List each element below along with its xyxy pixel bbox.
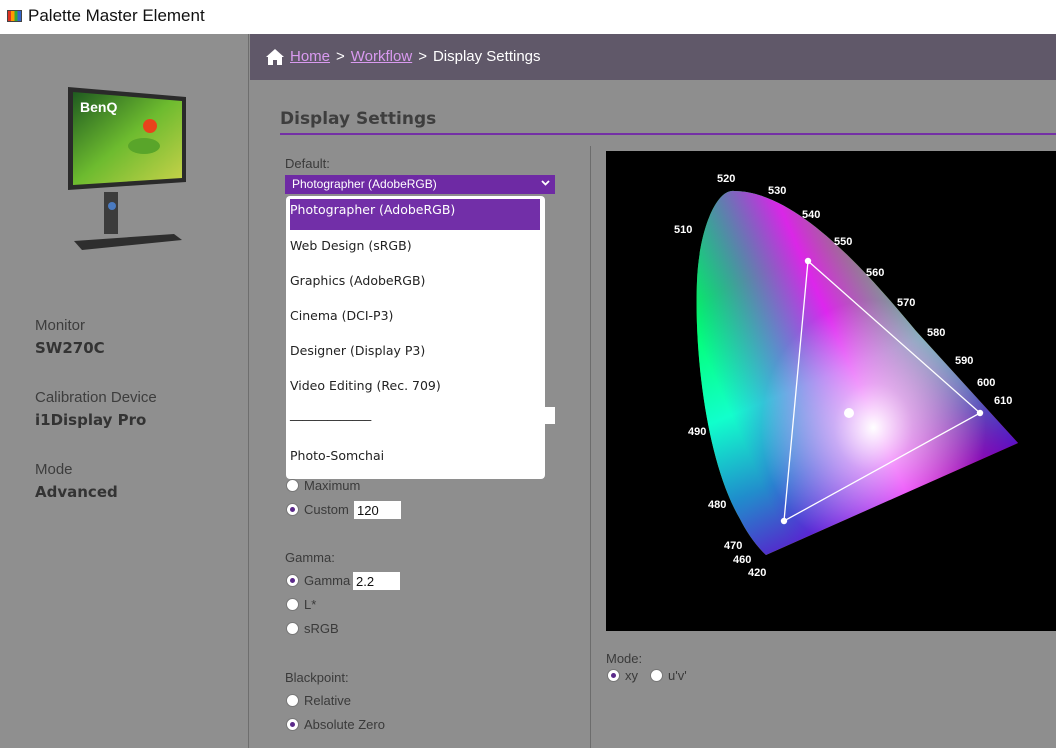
home-icon[interactable] [265,48,285,66]
monitor-label: Monitor [35,317,86,334]
window-title: Palette Master Element [28,6,205,25]
gamma-value-input[interactable] [353,572,400,590]
title-divider [280,133,1056,135]
uv-mode-radio[interactable] [650,669,663,682]
custom-label: Custom [304,502,349,517]
title-bar: Palette Master Element [0,0,1056,34]
mode-value: Advanced [35,483,118,501]
uv-mode-label: u'v' [668,668,687,683]
default-label: Default: [285,156,330,171]
dropdown-option[interactable]: Web Design (sRGB) [290,234,540,264]
breadcrumb-separator: > [418,48,427,65]
option-label: Designer (Display P3) [290,343,426,358]
monitor-image: BenQ [68,87,186,250]
xy-mode-label: xy [625,668,638,683]
dropdown-option[interactable]: Video Editing (Rec. 709) [290,374,540,404]
dropdown-option[interactable]: Graphics (AdobeRGB) [290,269,540,299]
breadcrumb-workflow-link[interactable]: Workflow [351,48,412,65]
option-label: Graphics (AdobeRGB) [290,273,426,288]
gamut-vertex-blue [780,517,788,525]
breadcrumb-current: Display Settings [432,48,541,65]
srgb-label: sRGB [304,621,339,636]
relative-label: Relative [304,693,351,708]
absolute-zero-label: Absolute Zero [304,717,385,732]
gamut-vertex-green [804,257,812,265]
maximum-label: Maximum [304,478,361,493]
dropdown-option[interactable]: Photo-Somchai [290,444,540,474]
breadcrumb: Home > Workflow > Display Settings [250,34,1056,80]
dropdown-option[interactable]: Photographer (AdobeRGB) [290,199,540,230]
srgb-radio[interactable] [286,622,299,635]
device-label: Calibration Device [35,389,157,406]
breadcrumb-home-link[interactable]: Home [290,48,330,65]
mode-label: Mode [35,461,73,478]
device-value: i1Display Pro [35,411,147,429]
wavelength-label: 610 [994,395,1012,407]
brand-logo: BenQ [80,99,117,115]
breadcrumb-separator: > [336,48,345,65]
wavelength-label: 420 [748,567,766,579]
wavelength-label: 530 [768,185,786,197]
wavelength-label: 580 [927,327,945,339]
app-icon [7,10,22,22]
option-label: Web Design (sRGB) [290,238,412,253]
diagram-mode-label: Mode: [606,651,643,666]
page-title: Display Settings [280,109,437,129]
wavelength-label: 470 [724,540,742,552]
gamut-vertex-red [976,409,984,417]
dropdown-option[interactable]: Cinema (DCI-P3) [290,304,540,334]
wavelength-label: 550 [834,236,852,248]
wavelength-label: 510 [674,224,692,236]
relative-radio[interactable] [286,694,299,707]
chevron-down-icon [541,180,550,186]
default-select[interactable]: Photographer (AdobeRGB) [285,175,555,194]
sidebar: BenQ Monitor SW270C Calibration Device i… [0,34,249,748]
maximum-radio[interactable] [286,479,299,492]
main-panel: Home > Workflow > Display Settings Display S… [250,34,1056,748]
checkbox-edge[interactable] [545,407,555,424]
xy-mode-radio[interactable] [607,669,620,682]
default-select-value: Photographer (AdobeRGB) [292,177,437,191]
default-dropdown-list: Photographer (AdobeRGB) Web Design (sRGB… [286,196,545,479]
option-label: Photo-Somchai [290,448,385,463]
custom-luminance-input[interactable] [354,501,401,519]
gamma-radio[interactable] [286,574,299,587]
absolute-zero-radio[interactable] [286,718,299,731]
monitor-value: SW270C [35,339,105,357]
wavelength-label: 590 [955,355,973,367]
option-label: Photographer (AdobeRGB) [290,202,456,217]
wavelength-label: 490 [688,426,706,438]
lstar-radio[interactable] [286,598,299,611]
wavelength-label: 540 [802,209,820,221]
white-point [844,408,854,418]
gamma-label: Gamma: [285,550,335,565]
custom-radio[interactable] [286,503,299,516]
option-label: _____________ [290,406,372,421]
wavelength-label: 600 [977,377,995,389]
wavelength-label: 520 [717,173,735,185]
wavelength-label: 560 [866,267,884,279]
column-divider [590,146,591,748]
wavelength-label: 570 [897,297,915,309]
gamma-option-label: Gamma [304,573,351,588]
lstar-label: L* [304,597,317,612]
wavelength-label: 460 [733,554,751,566]
blackpoint-label: Blackpoint: [285,670,349,685]
wavelength-label: 480 [708,499,726,511]
dropdown-separator: _____________ [290,402,540,432]
dropdown-option[interactable]: Designer (Display P3) [290,339,540,369]
chromaticity-diagram: 520 530 540 550 560 570 580 590 600 610 … [606,151,1056,631]
option-label: Cinema (DCI-P3) [290,308,394,323]
option-label: Video Editing (Rec. 709) [290,378,441,393]
